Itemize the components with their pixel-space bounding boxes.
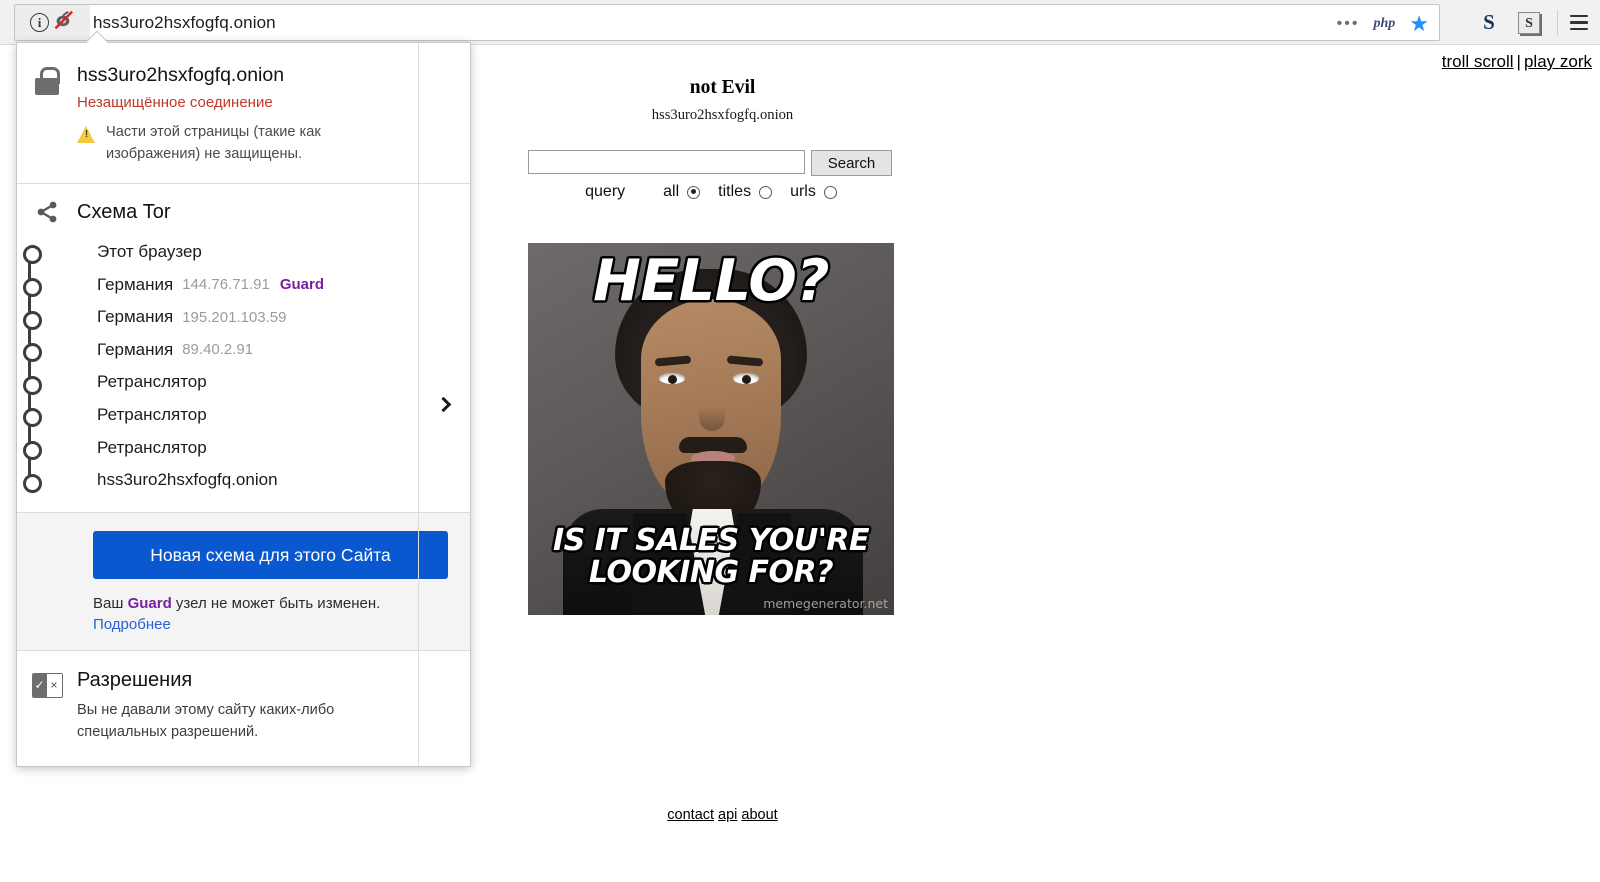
hamburger-menu-icon[interactable] (1566, 11, 1592, 35)
learn-more-link[interactable]: Подробнее (93, 616, 171, 633)
scope-option-titles[interactable]: titles (718, 183, 773, 201)
circuit-node: hss3uro2hsxfogfq.onion (23, 464, 470, 497)
extension-s-boxed-icon[interactable]: S (1509, 11, 1549, 34)
mixed-content-warning: Части этой страницы (такие как изображен… (77, 122, 450, 164)
search-input[interactable] (528, 150, 805, 174)
scope-label-all: all (663, 183, 680, 200)
tor-circuit-header: Схема Tor (17, 200, 470, 226)
circuit-node-dot (23, 375, 42, 395)
guard-note: Ваш Guard узел не может быть изменен. (93, 595, 470, 612)
scope-option-urls[interactable]: urls (790, 183, 837, 201)
bookmark-star-icon[interactable]: ★ (1409, 12, 1429, 35)
php-extension-icon[interactable]: php (1373, 16, 1395, 32)
circuit-node-dot (23, 473, 42, 493)
url-bar[interactable]: hss3uro2hsxfogfq.onion ••• php ★ (52, 4, 1440, 41)
circuit-node: Ретранслятор (23, 399, 470, 432)
urlbar-icon-group: ••• php ★ (1337, 5, 1429, 42)
url-text: hss3uro2hsxfogfq.onion (93, 12, 276, 32)
meme-bottom-text: IS IT SALES YOU'RE LOOKING FOR? (552, 523, 870, 590)
radio-titles[interactable] (759, 185, 773, 199)
mixed-content-text: Части этой страницы (такие как изображен… (106, 124, 321, 162)
search-form: Search (528, 150, 892, 176)
circuit-node-dot (23, 278, 42, 298)
new-circuit-button[interactable]: Новая схема для этого Сайта (93, 531, 448, 580)
search-button[interactable]: Search (811, 150, 892, 176)
circuit-node-label: Германия (97, 307, 174, 327)
circuit-node: Ретранслятор (23, 431, 470, 464)
security-section: hss3uro2hsxfogfq.onion Незащищённое соед… (17, 43, 470, 767)
circuit-node-label: Ретранслятор (97, 437, 207, 457)
tor-circuit-title: Схема Tor (77, 201, 171, 224)
toolbar-divider (1557, 9, 1558, 36)
scope-label-urls: urls (790, 183, 816, 200)
radio-all[interactable] (687, 185, 701, 199)
permissions-section: ✓ × Разрешения Вы не давали этому сайту к… (17, 650, 470, 766)
meme-watermark: memegenerator.net (763, 596, 888, 611)
meme-image: HELLO? IS IT SALES YOU'RE LOOKING FOR? m… (528, 243, 894, 615)
tor-circuit-icon (17, 200, 77, 226)
circuit-node-dot (23, 245, 42, 265)
info-circle-icon[interactable]: i (30, 13, 49, 32)
new-circuit-section: Новая схема для этого Сайта Ваш Guard уз… (17, 512, 470, 651)
circuit-node: Германия 195.201.103.59 (23, 301, 470, 334)
scope-label-titles: titles (718, 183, 752, 200)
extension-s-boxed-label: S (1518, 11, 1540, 34)
footer-links: contact api about (0, 807, 1445, 823)
circuit-node-ip: 195.201.103.59 (182, 308, 287, 326)
footer-link-about[interactable]: about (741, 807, 777, 823)
browser-toolbar: hss3uro2hsxfogfq.onion ••• php ★ i S S (0, 0, 1600, 45)
warning-triangle-icon (77, 126, 96, 144)
circuit-node: Германия 144.76.71.91 Guard (23, 268, 470, 301)
guard-note-tag: Guard (127, 595, 172, 613)
circuit-node-ip: 89.40.2.91 (182, 341, 254, 359)
toolbar-extensions: S S (1469, 0, 1592, 45)
broken-onion-icon[interactable] (53, 9, 75, 36)
site-identity-popup: hss3uro2hsxfogfq.onion Незащищённое соед… (16, 30, 471, 768)
circuit-node-dot (23, 310, 42, 330)
circuit-node: Этот браузер (23, 236, 470, 269)
tor-circuit-section: Схема Tor Этот браузер Германия 144.76.71.… (17, 182, 470, 513)
circuit-node-dot (23, 441, 42, 461)
circuit-node-label: Германия (97, 339, 174, 359)
permissions-text: Вы не давали этому сайту каких-либо спец… (77, 702, 335, 741)
circuit-node-label: Германия (97, 274, 174, 294)
circuit-node: Германия 89.40.2.91 (23, 333, 470, 366)
extension-s-icon[interactable]: S (1469, 10, 1509, 35)
guard-note-prefix: Ваш (93, 595, 128, 613)
guard-note-suffix: узел не может быть изменен. (171, 595, 381, 613)
circuit-node-label: Ретранслятор (97, 372, 207, 392)
search-scope-options: query all titles urls (528, 183, 894, 201)
circuit-node-dot (23, 408, 42, 428)
play-zork-link[interactable]: play zork (1524, 52, 1592, 71)
permissions-title: Разрешения (77, 669, 193, 692)
circuit-node-tag: Guard (279, 276, 324, 294)
more-dots-icon[interactable]: ••• (1337, 15, 1360, 32)
popup-host: hss3uro2hsxfogfq.onion (77, 64, 285, 86)
permissions-icon: ✓ × (17, 669, 77, 744)
padlock-icon (17, 63, 77, 165)
query-label: query (585, 183, 626, 200)
connection-status: Незащищённое соединение (77, 94, 273, 112)
footer-link-contact[interactable]: contact (667, 807, 714, 823)
circuit-node-ip: 144.76.71.91 (182, 276, 270, 294)
circuit-node: Ретранслятор (23, 366, 470, 399)
tor-circuit-node-list: Этот браузер Германия 144.76.71.91 Guard Гер… (17, 236, 470, 497)
top-links: troll scroll | play zork (1442, 52, 1592, 72)
footer-link-api[interactable]: api (718, 807, 737, 823)
circuit-node-dot (23, 343, 42, 363)
meme-top-text: HELLO? (593, 248, 829, 314)
site-identity-button[interactable]: i (14, 4, 90, 41)
circuit-node-label: Ретранслятор (97, 404, 207, 424)
circuit-node-label: hss3uro2hsxfogfq.onion (97, 470, 278, 490)
scope-option-all[interactable]: all (663, 183, 701, 201)
radio-urls[interactable] (823, 185, 837, 199)
circuit-node-label: Этот браузер (97, 241, 202, 261)
troll-scroll-link[interactable]: troll scroll (1442, 52, 1514, 71)
top-links-separator: | (1516, 52, 1521, 71)
